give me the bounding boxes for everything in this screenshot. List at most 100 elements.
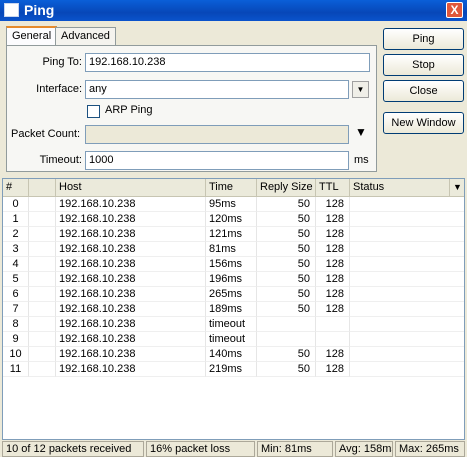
column-header-time[interactable]: Time — [206, 179, 257, 196]
column-header-host[interactable]: Host — [56, 179, 206, 196]
cell-host: 192.168.10.238 — [56, 212, 206, 227]
cell-flags — [29, 272, 56, 287]
cell-status — [350, 197, 464, 212]
cell-index: 6 — [3, 287, 29, 302]
cell-time: 189ms — [206, 302, 257, 317]
close-window-button[interactable]: X — [446, 2, 463, 18]
status-avg: Avg: 158ms — [335, 441, 393, 457]
table-row[interactable]: 1 192.168.10.238 120ms 50 128 — [3, 212, 464, 227]
cell-time: 265ms — [206, 287, 257, 302]
cell-status — [350, 302, 464, 317]
cell-flags — [29, 212, 56, 227]
general-panel: Ping To: 192.168.10.238 Interface: any ▼… — [6, 45, 377, 172]
cell-host: 192.168.10.238 — [56, 347, 206, 362]
cell-status — [350, 212, 464, 227]
window-title: Ping — [24, 2, 55, 18]
timeout-label: Timeout: — [39, 154, 82, 166]
cell-index: 3 — [3, 242, 29, 257]
table-header: # Host Time Reply Size TTL Status ▼ — [3, 179, 464, 197]
cell-flags — [29, 317, 56, 332]
cell-time: 219ms — [206, 362, 257, 377]
column-header-index[interactable]: # — [3, 179, 29, 196]
table-row[interactable]: 4 192.168.10.238 156ms 50 128 — [3, 257, 464, 272]
cell-reply-size: 50 — [257, 287, 316, 302]
cell-flags — [29, 227, 56, 242]
cell-host: 192.168.10.238 — [56, 272, 206, 287]
cell-host: 192.168.10.238 — [56, 287, 206, 302]
cell-ttl: 128 — [316, 362, 350, 377]
cell-ttl: 128 — [316, 272, 350, 287]
column-header-reply-size[interactable]: Reply Size — [257, 179, 316, 196]
cell-index: 4 — [3, 257, 29, 272]
cell-ttl — [316, 317, 350, 332]
cell-status — [350, 362, 464, 377]
cell-status — [350, 347, 464, 362]
cell-status — [350, 272, 464, 287]
cell-index: 8 — [3, 317, 29, 332]
cell-flags — [29, 362, 56, 377]
cell-flags — [29, 242, 56, 257]
stop-button[interactable]: Stop — [383, 54, 464, 76]
new-window-button[interactable]: New Window — [383, 112, 464, 134]
ping-to-label: Ping To: — [42, 56, 82, 68]
packet-count-dropdown-icon[interactable]: ▼ — [355, 125, 367, 139]
tab-advanced[interactable]: Advanced — [55, 27, 116, 46]
chevron-down-icon: ▼ — [356, 85, 365, 94]
cell-status — [350, 257, 464, 272]
table-row[interactable]: 6 192.168.10.238 265ms 50 128 — [3, 287, 464, 302]
table-row[interactable]: 11 192.168.10.238 219ms 50 128 — [3, 362, 464, 377]
cell-host: 192.168.10.238 — [56, 317, 206, 332]
cell-reply-size — [257, 332, 316, 347]
ping-to-input[interactable]: 192.168.10.238 — [85, 53, 370, 72]
cell-index: 1 — [3, 212, 29, 227]
cell-status — [350, 317, 464, 332]
cell-host: 192.168.10.238 — [56, 302, 206, 317]
arp-ping-checkbox[interactable] — [87, 105, 100, 118]
cell-index: 11 — [3, 362, 29, 377]
column-chooser-icon[interactable]: ▼ — [450, 179, 464, 196]
table-row[interactable]: 3 192.168.10.238 81ms 50 128 — [3, 242, 464, 257]
cell-time: 140ms — [206, 347, 257, 362]
cell-ttl: 128 — [316, 242, 350, 257]
cell-ttl: 128 — [316, 347, 350, 362]
interface-label: Interface: — [36, 83, 82, 95]
table-row[interactable]: 9 192.168.10.238 timeout — [3, 332, 464, 347]
cell-time: 81ms — [206, 242, 257, 257]
cell-flags — [29, 302, 56, 317]
interface-dropdown-button[interactable]: ▼ — [352, 81, 369, 98]
close-button[interactable]: Close — [383, 80, 464, 102]
column-header-status[interactable]: Status — [350, 179, 450, 196]
cell-ttl: 128 — [316, 302, 350, 317]
cell-host: 192.168.10.238 — [56, 332, 206, 347]
cell-time: 121ms — [206, 227, 257, 242]
status-min: Min: 81ms — [257, 441, 333, 457]
table-row[interactable]: 2 192.168.10.238 121ms 50 128 — [3, 227, 464, 242]
packet-count-input[interactable] — [85, 125, 349, 144]
column-header-flags[interactable] — [29, 179, 56, 196]
cell-reply-size: 50 — [257, 362, 316, 377]
cell-reply-size — [257, 317, 316, 332]
timeout-input[interactable]: 1000 — [85, 151, 349, 170]
status-max: Max: 265ms — [395, 441, 465, 457]
cell-ttl: 128 — [316, 227, 350, 242]
table-row[interactable]: 10 192.168.10.238 140ms 50 128 — [3, 347, 464, 362]
table-row[interactable]: 5 192.168.10.238 196ms 50 128 — [3, 272, 464, 287]
cell-host: 192.168.10.238 — [56, 197, 206, 212]
cell-status — [350, 242, 464, 257]
cell-host: 192.168.10.238 — [56, 242, 206, 257]
table-row[interactable]: 0 192.168.10.238 95ms 50 128 — [3, 197, 464, 212]
interface-select[interactable]: any — [85, 80, 349, 99]
cell-ttl — [316, 332, 350, 347]
cell-index: 9 — [3, 332, 29, 347]
table-row[interactable]: 7 192.168.10.238 189ms 50 128 — [3, 302, 464, 317]
timeout-unit: ms — [354, 154, 369, 166]
column-header-ttl[interactable]: TTL — [316, 179, 350, 196]
cell-index: 7 — [3, 302, 29, 317]
cell-index: 5 — [3, 272, 29, 287]
cell-flags — [29, 287, 56, 302]
cell-index: 10 — [3, 347, 29, 362]
table-row[interactable]: 8 192.168.10.238 timeout — [3, 317, 464, 332]
ping-button[interactable]: Ping — [383, 28, 464, 50]
cell-reply-size: 50 — [257, 302, 316, 317]
title-bar: Ping X — [0, 0, 467, 21]
